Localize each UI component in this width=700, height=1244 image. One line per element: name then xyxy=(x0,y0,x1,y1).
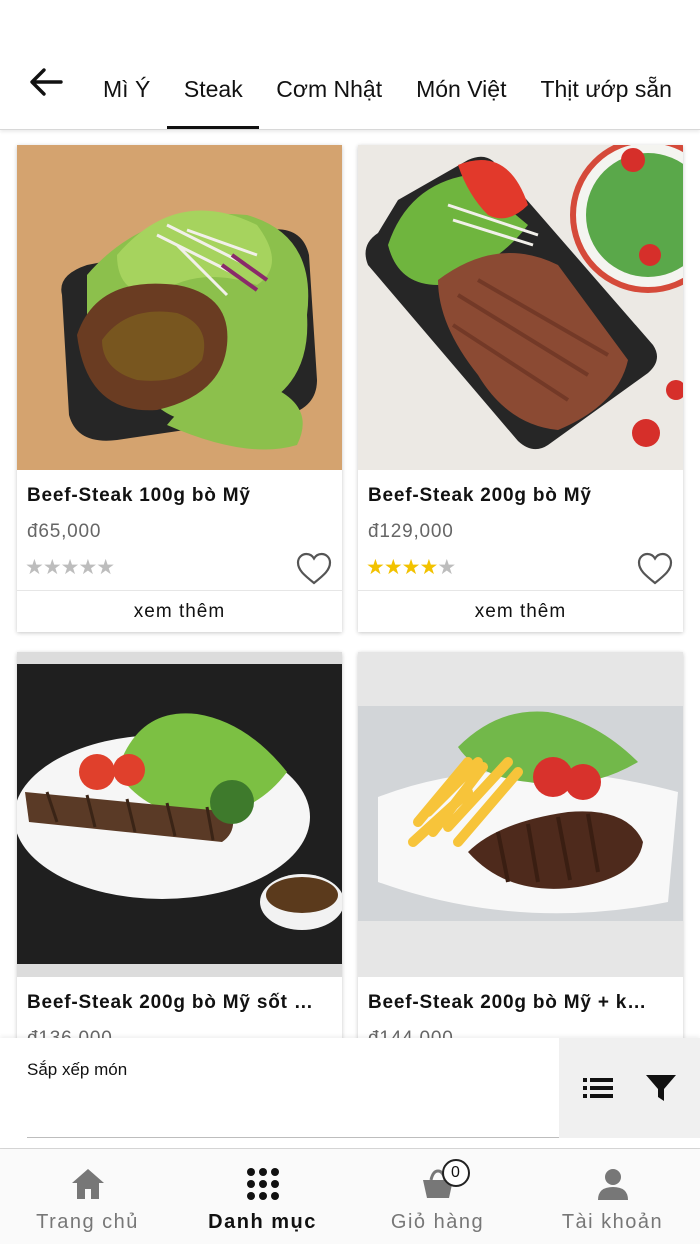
sort-select[interactable] xyxy=(27,1086,559,1138)
star-icon: ★ xyxy=(437,556,456,579)
basket-icon: 0 xyxy=(418,1159,470,1203)
product-card[interactable]: Beef-Steak 100g bò Mỹ đ65,000 ★★★★★ xem … xyxy=(17,145,342,632)
product-price: đ65,000 xyxy=(27,521,102,542)
view-more-button[interactable]: xem thêm xyxy=(358,590,683,632)
tab-mi-y[interactable]: Mì Ý xyxy=(86,48,167,130)
product-price: đ129,000 xyxy=(368,521,454,542)
product-name: Beef-Steak 200g bò Mỹ sốt … xyxy=(27,992,314,1013)
product-price: đ144,000 xyxy=(368,1028,454,1038)
product-name: Beef-Steak 200g bò Mỹ xyxy=(368,485,592,506)
category-tab-bar: Mì Ý Steak Cơm Nhật Món Việt Thịt ướp sẵ… xyxy=(0,0,700,130)
rating-stars: ★★★★★ xyxy=(366,555,456,580)
list-icon xyxy=(583,1078,614,1098)
grid-dots-icon xyxy=(243,1165,283,1203)
cart-count-badge: 0 xyxy=(441,1159,470,1187)
product-card[interactable]: Beef-Steak 200g bò Mỹ đ129,000 ★★★★★ xem… xyxy=(358,145,683,632)
star-icon: ★ xyxy=(383,556,403,579)
filter-icon xyxy=(645,1075,676,1101)
back-button[interactable] xyxy=(22,58,70,106)
category-tabs: Mì Ý Steak Cơm Nhật Món Việt Thịt ướp sẵ… xyxy=(86,48,689,130)
nav-categories[interactable]: Danh mục xyxy=(175,1149,350,1244)
star-icon: ★ xyxy=(401,556,421,579)
nav-account[interactable]: Tài khoản xyxy=(525,1149,700,1244)
favorite-heart-icon[interactable] xyxy=(296,552,332,586)
tab-thit-uop-san[interactable]: Thịt ướp sẵn xyxy=(523,48,688,130)
tab-steak[interactable]: Steak xyxy=(167,48,260,130)
sort-actions xyxy=(559,1038,700,1138)
tab-com-nhat[interactable]: Cơm Nhật xyxy=(259,48,399,130)
nav-label: Danh mục xyxy=(208,1211,317,1233)
nav-label: Giỏ hàng xyxy=(390,1211,485,1233)
product-grid: Beef-Steak 100g bò Mỹ đ65,000 ★★★★★ xem … xyxy=(0,130,700,1038)
product-card[interactable]: Beef-Steak 200g bò Mỹ sốt … đ136,000 xyxy=(17,652,342,1038)
sort-bar: Sắp xếp món xyxy=(0,1038,700,1148)
nav-cart[interactable]: 0 Giỏ hàng xyxy=(350,1149,525,1244)
product-name: Beef-Steak 200g bò Mỹ + k… xyxy=(368,992,647,1013)
list-view-button[interactable] xyxy=(576,1066,620,1110)
home-icon xyxy=(68,1165,108,1203)
star-icon: ★ xyxy=(366,556,385,579)
product-image[interactable] xyxy=(17,145,342,470)
star-rating-empty: ★★★★★ xyxy=(25,556,115,579)
favorite-heart-icon[interactable] xyxy=(637,552,673,586)
nav-home[interactable]: Trang chủ xyxy=(0,1149,175,1244)
product-price: đ136,000 xyxy=(27,1028,113,1038)
product-image[interactable] xyxy=(17,652,342,977)
arrow-left-icon xyxy=(30,68,63,96)
view-more-button[interactable]: xem thêm xyxy=(17,590,342,632)
tab-mon-viet[interactable]: Món Việt xyxy=(399,48,523,130)
user-icon xyxy=(593,1165,633,1203)
product-name: Beef-Steak 100g bò Mỹ xyxy=(27,485,251,506)
rating-stars: ★★★★★ xyxy=(25,555,115,580)
product-card[interactable]: Beef-Steak 200g bò Mỹ + k… đ144,000 xyxy=(358,652,683,1038)
product-image[interactable] xyxy=(358,145,683,470)
product-image[interactable] xyxy=(358,652,683,977)
filter-button[interactable] xyxy=(639,1066,683,1110)
nav-label: Tài khoản xyxy=(561,1211,664,1233)
star-icon: ★ xyxy=(419,556,438,579)
nav-label: Trang chủ xyxy=(36,1211,139,1233)
bottom-navigation: Trang chủ Danh mục 0 Giỏ hàng Tài khoản xyxy=(0,1148,700,1244)
sort-label: Sắp xếp món xyxy=(27,1060,128,1079)
